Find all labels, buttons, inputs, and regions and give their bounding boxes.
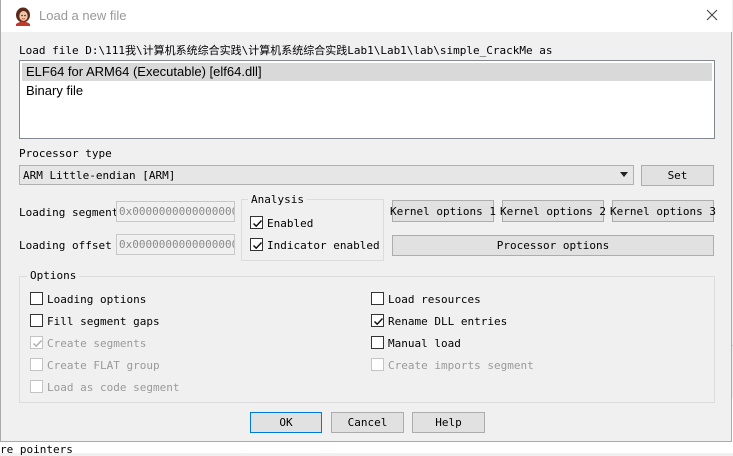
fill-segment-gaps-checkbox[interactable] [30,314,43,327]
indicator-enabled-label: Indicator enabled [267,239,380,252]
ok-button[interactable]: OK [250,412,322,433]
kernel-options-3-button[interactable]: Kernel options 3 [610,200,716,222]
list-item[interactable]: Binary file [22,82,712,100]
load-as-code-segment-label: Load as code segment [47,381,180,394]
load-as-code-segment-checkbox [30,380,43,393]
manual-load-checkbox[interactable] [371,336,384,349]
format-list[interactable]: ELF64 for ARM64 (Executable) [elf64.dll]… [19,60,715,139]
loading-offset-label: Loading offset [19,239,112,252]
create-flat-group-checkbox [30,358,43,371]
loading-segment-label: Loading segment [19,206,119,219]
processor-type-label: Processor type [19,147,112,160]
processor-options-button[interactable]: Processor options [392,235,714,256]
loading-segment-field[interactable]: 0x0000000000000000 [116,201,235,222]
processor-type-select[interactable]: ARM Little-endian [ARM] [19,165,634,185]
close-icon [706,9,718,24]
help-button[interactable]: Help [412,412,485,433]
create-segments-checkbox [30,336,43,349]
background-text-line: re pointers [0,443,73,456]
window-title: Load a new file [39,8,127,23]
set-button[interactable]: Set [641,165,714,186]
load-file-dialog: Load a new file Load file D:\111我\计算机系统综… [0,0,732,442]
load-resources-label: Load resources [388,293,481,306]
analysis-enabled-checkbox[interactable] [250,216,263,229]
rename-dll-entries-checkbox[interactable] [371,314,384,327]
load-file-label: Load file D:\111我\计算机系统综合实践\计算机系统综合实践Lab… [19,44,553,57]
loading-options-label: Loading options [47,293,147,306]
processor-type-value: ARM Little-endian [ARM] [23,169,176,182]
options-group-title: Options [27,269,80,282]
kernel-options-1-button[interactable]: Kernel options 1 [390,200,496,222]
loading-options-checkbox[interactable] [30,292,43,305]
create-imports-segment-label: Create imports segment [388,359,534,372]
cancel-button[interactable]: Cancel [331,412,404,433]
list-item[interactable]: ELF64 for ARM64 (Executable) [elf64.dll] [22,63,712,81]
analysis-group-title: Analysis [248,193,307,206]
manual-load-label: Manual load [388,337,461,350]
analysis-enabled-label: Enabled [267,217,314,230]
indicator-enabled-checkbox[interactable] [250,238,263,251]
loading-offset-field[interactable]: 0x0000000000000000 [116,234,235,255]
chevron-down-icon [620,172,628,177]
rename-dll-entries-label: Rename DLL entries [388,315,508,328]
create-segments-label: Create segments [47,337,147,350]
load-resources-checkbox[interactable] [371,292,384,305]
fill-segment-gaps-label: Fill segment gaps [47,315,160,328]
title-bar[interactable]: Load a new file [1,0,732,32]
close-button[interactable] [692,0,732,32]
kernel-options-2-button[interactable]: Kernel options 2 [500,200,606,222]
create-flat-group-label: Create FLAT group [47,359,160,372]
app-icon [13,6,33,26]
create-imports-segment-checkbox [371,358,384,371]
